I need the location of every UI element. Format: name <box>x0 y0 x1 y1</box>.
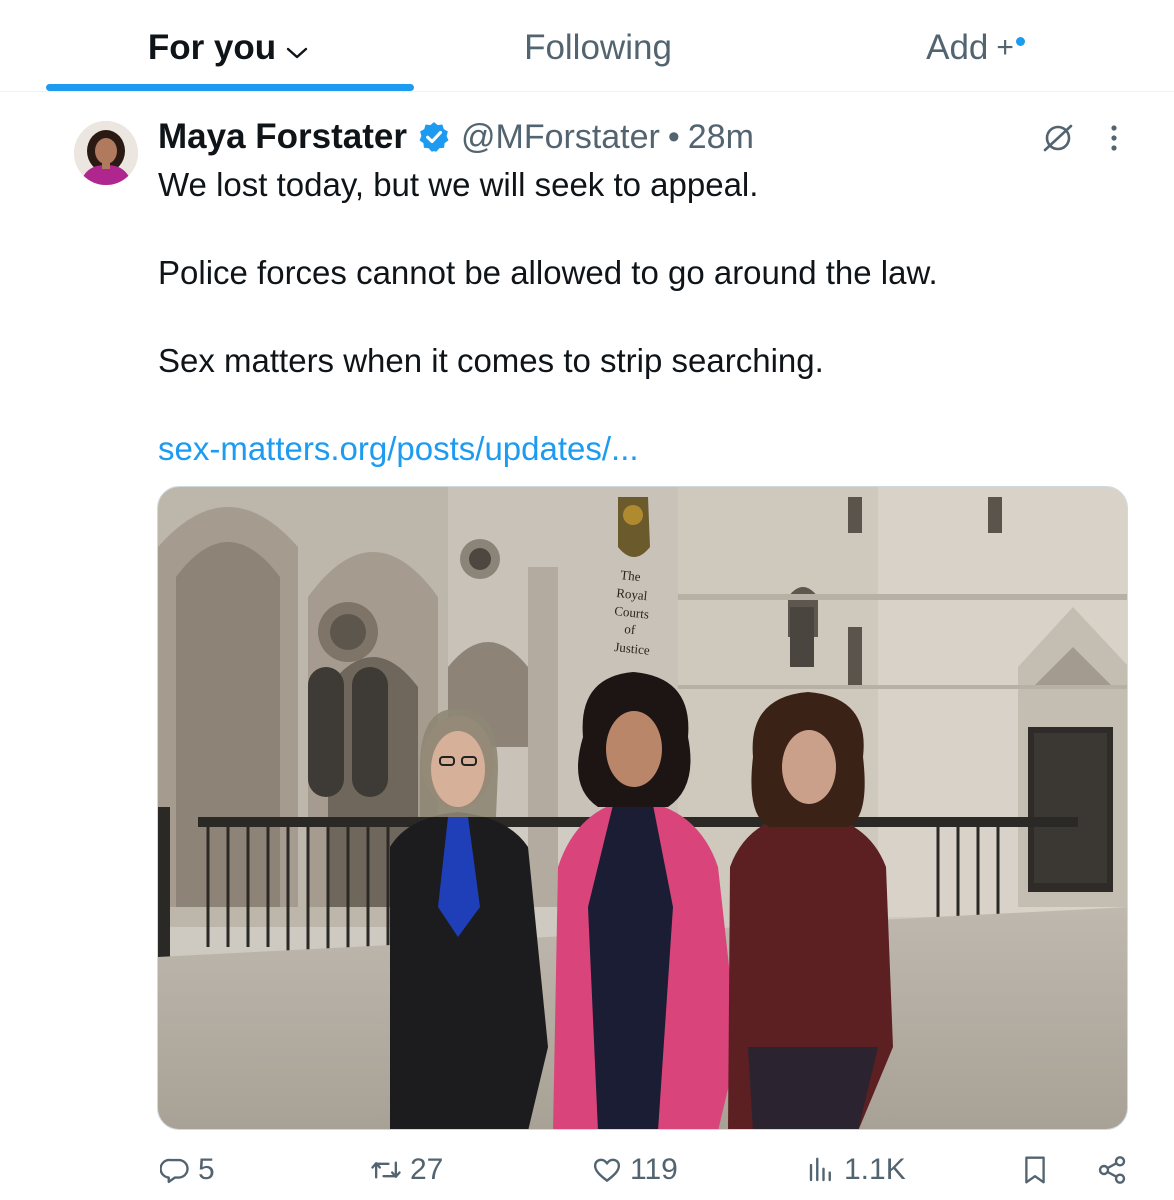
reply-icon <box>160 1155 190 1185</box>
avatar[interactable] <box>74 121 138 185</box>
plus-symbol: + <box>996 31 1014 64</box>
more-icon[interactable] <box>1096 120 1132 156</box>
bookmark-button[interactable] <box>1020 1148 1050 1192</box>
repost-count: 27 <box>410 1153 444 1186</box>
bookmark-icon <box>1020 1154 1050 1186</box>
tweet-text-line: Police forces cannot be allowed to go ar… <box>158 254 938 291</box>
chevron-down-icon <box>286 29 308 69</box>
grok-icon[interactable] <box>1040 120 1076 156</box>
author-name[interactable]: Maya Forstater <box>158 117 407 157</box>
verified-badge-icon <box>417 120 451 154</box>
tab-following-label: Following <box>524 28 672 67</box>
repost-icon <box>370 1155 402 1185</box>
share-icon <box>1096 1154 1128 1186</box>
timeline-tabs: For you Following Add + <box>0 0 1174 92</box>
tweet-text-line: Sex matters when it comes to strip searc… <box>158 342 824 379</box>
reply-count: 5 <box>198 1153 215 1186</box>
meta-separator: • <box>667 117 680 156</box>
tweet-text-line: We lost today, but we will seek to appea… <box>158 166 759 203</box>
active-tab-indicator <box>46 84 414 91</box>
like-count: 119 <box>630 1153 678 1186</box>
share-button[interactable] <box>1096 1148 1128 1192</box>
tab-add[interactable]: Add + <box>895 24 1045 72</box>
reply-button[interactable]: 5 <box>160 1148 215 1192</box>
post-time[interactable]: 28m <box>688 118 754 157</box>
views-icon <box>806 1155 836 1185</box>
tweet-header: Maya Forstater @MForstater • 28m <box>158 116 754 158</box>
views-button[interactable]: 1.1K <box>806 1148 906 1192</box>
like-icon <box>592 1155 622 1185</box>
new-indicator-dot <box>1015 37 1025 46</box>
tab-for-you-label: For you <box>147 28 277 67</box>
repost-button[interactable]: 27 <box>370 1148 443 1192</box>
tweet-photo[interactable]: The Royal Courts of Justice <box>157 486 1128 1130</box>
tab-following[interactable]: Following <box>498 24 698 72</box>
views-count: 1.1K <box>844 1153 906 1186</box>
tab-add-label: Add <box>926 28 989 67</box>
plus-icon: + <box>996 31 1025 65</box>
tab-for-you[interactable]: For you <box>138 24 318 72</box>
author-handle[interactable]: @MForstater <box>461 118 660 157</box>
svg-text:The: The <box>620 567 642 584</box>
like-button[interactable]: 119 <box>592 1148 678 1192</box>
tweet-link[interactable]: sex-matters.org/posts/updates/... <box>158 429 639 469</box>
